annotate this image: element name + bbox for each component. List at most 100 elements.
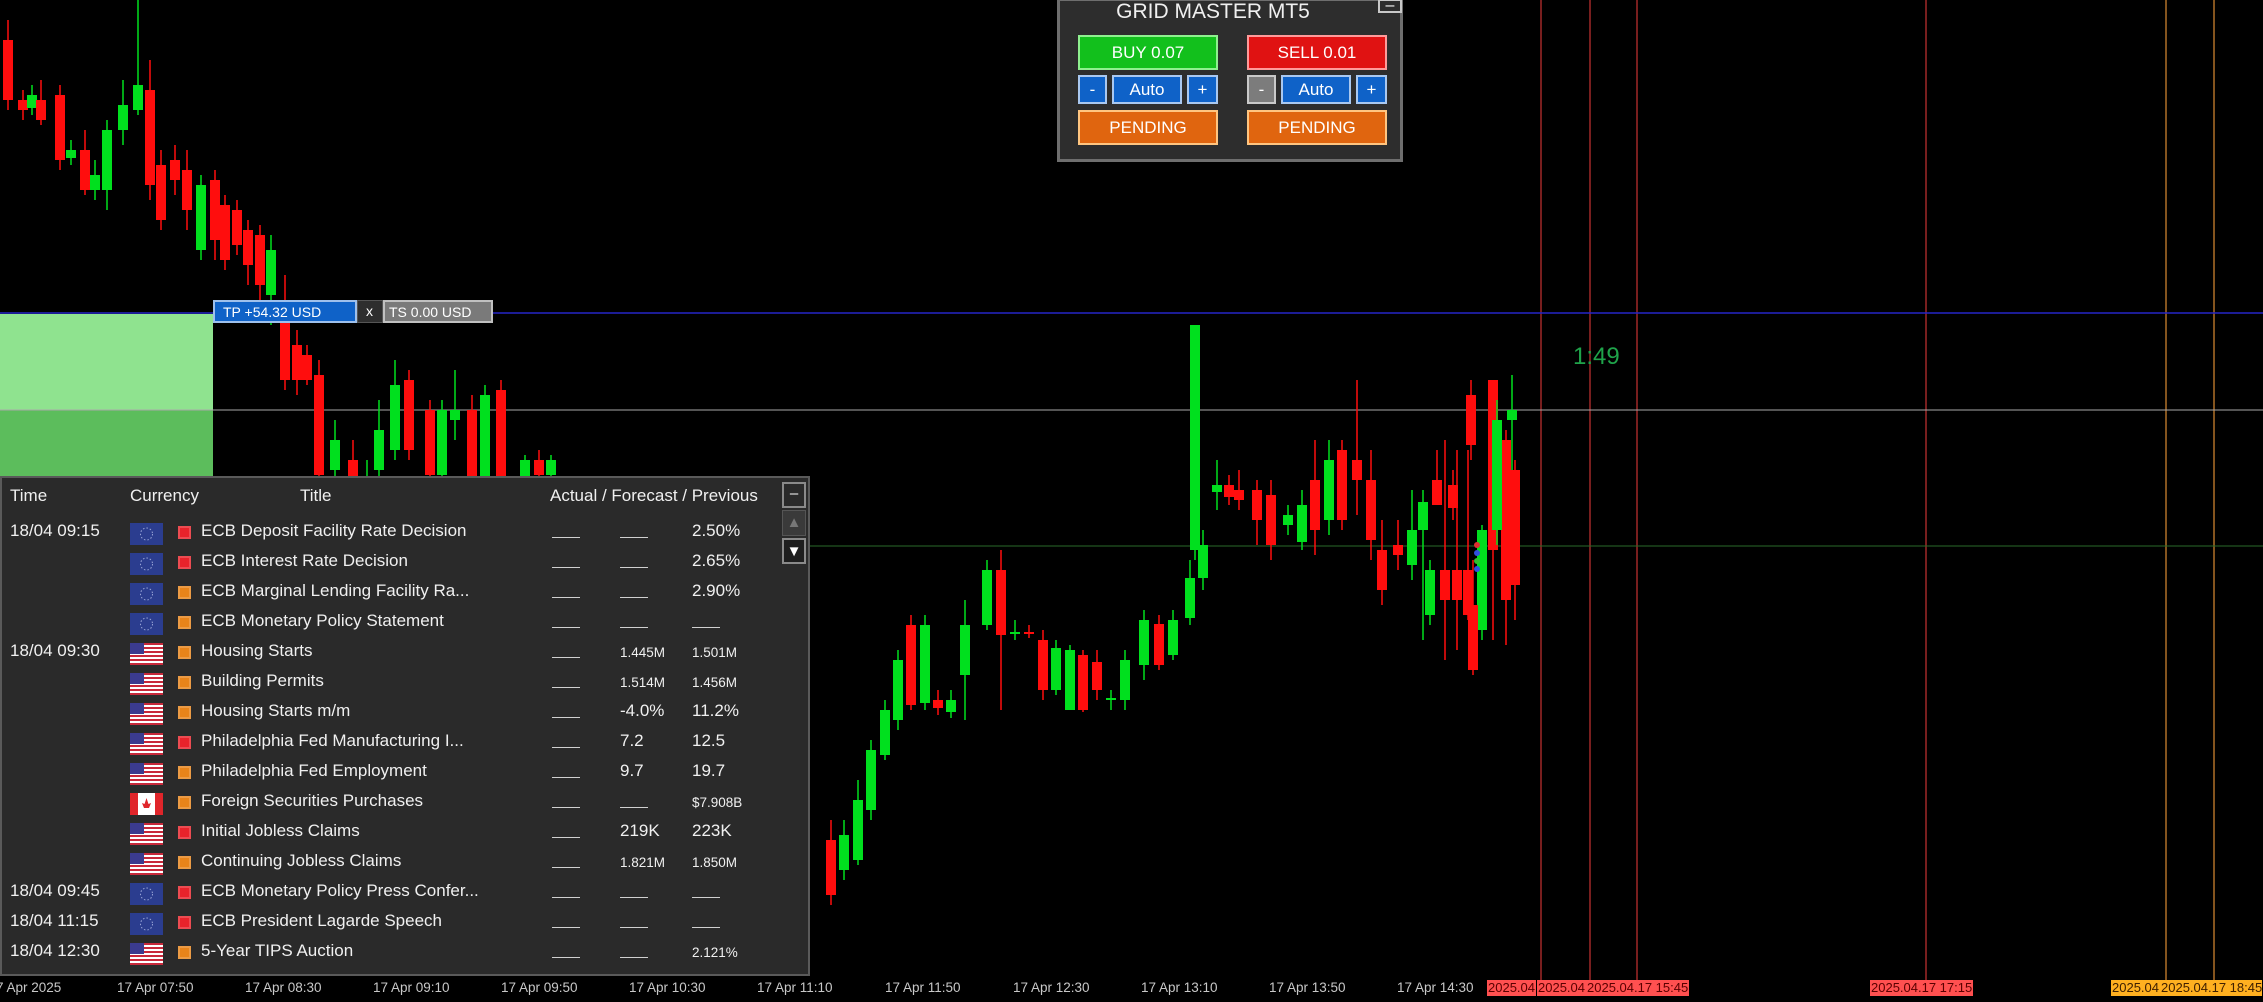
candle-body [1051,648,1061,690]
importance-icon [178,796,191,809]
candle-body [1393,545,1403,555]
forecast-value: -4.0% [620,701,665,720]
buy-pending-button[interactable]: PENDING [1078,110,1218,145]
candle-body [266,250,276,295]
event-title: Foreign Securities Purchases [201,791,424,810]
time-axis-label: 17 Apr 12:30 [1013,980,1090,995]
candle-body [866,750,876,810]
sell-button[interactable]: SELL 0.01 [1247,35,1387,70]
buy-lot-increase-button[interactable]: + [1187,75,1218,104]
news-row[interactable]: Foreign Securities Purchases $7.908B [2,788,782,818]
previous-value: 2.50% [692,521,741,540]
us-flag-icon [130,643,163,665]
forecast-value [620,911,648,933]
eu-flag-icon [130,883,163,905]
scroll-down-button[interactable]: ▼ [782,538,806,564]
event-title: Housing Starts [201,641,313,660]
news-row[interactable]: Philadelphia Fed Manufacturing I... 7.2 12… [2,728,782,758]
news-row[interactable]: ECB Monetary Policy Statement [2,608,782,638]
candle-body [18,100,28,110]
previous-value: $7.908B [692,795,743,810]
news-minimize-button[interactable]: – [782,482,806,508]
news-row[interactable]: Philadelphia Fed Employment 9.7 19.7 [2,758,782,788]
previous-value: 19.7 [692,761,726,780]
forecast-value [620,611,648,633]
time-axis-label: 17 Apr 10:30 [629,980,706,995]
candle-body [920,625,930,703]
candle-body [210,180,220,240]
event-time-label: 2025.04 [1487,980,1536,996]
event-time-label: 2025.04.17 17:15 [1870,980,1974,996]
previous-value: 2.65% [692,551,741,570]
sell-lot-decrease-button[interactable]: - [1247,75,1276,104]
news-row[interactable]: Initial Jobless Claims 219K 223K [2,818,782,848]
news-row[interactable]: ECB Interest Rate Decision 2.65% [2,548,782,578]
news-row[interactable]: 18/04 12:30 5-Year TIPS Auction 2.121% [2,938,782,968]
news-row[interactable]: Building Permits 1.514M 1.456M [2,668,782,698]
news-row[interactable]: 18/04 09:30 Housing Starts 1.445M 1.501M [2,638,782,668]
candle-body [182,170,192,210]
candle-body [1065,650,1075,710]
tp-tag[interactable]: TP +54.32 USD [213,300,357,323]
event-time: 18/04 11:15 [10,911,99,930]
candle-body [946,700,956,712]
candle-body [1168,620,1178,655]
candle-body [450,410,460,420]
time-axis-label: 17 Apr 14:30 [1397,980,1474,995]
candle-body [330,440,340,470]
candle-body [1120,660,1130,700]
economic-calendar-panel: Time Currency Title Actual / Forecast / … [0,476,810,976]
news-row[interactable]: ECB Marginal Lending Facility Ra... 2.90% [2,578,782,608]
buy-button[interactable]: BUY 0.07 [1078,35,1218,70]
news-row[interactable]: 18/04 09:15 ECB Deposit Facility Rate Dec… [2,518,782,548]
buy-lot-input[interactable]: Auto [1112,75,1182,104]
time-axis-label: 17 Apr 11:50 [885,980,961,995]
candle-body [982,570,992,625]
forecast-value: 9.7 [620,761,644,780]
sell-lot-input[interactable]: Auto [1281,75,1351,104]
actual-value [552,881,580,903]
candle-body [1432,480,1442,505]
sell-pending-button[interactable]: PENDING [1247,110,1387,145]
header-currency: Currency [130,486,199,505]
candle-body [1510,470,1520,585]
candle-body [1252,490,1262,520]
eu-flag-icon [130,613,163,635]
candle-body [996,570,1006,635]
event-title: ECB Interest Rate Decision [201,551,408,570]
event-title: Philadelphia Fed Employment [201,761,427,780]
forecast-value: 1.514M [620,675,666,690]
candle-body [1452,570,1462,600]
scroll-up-button[interactable]: ▲ [782,510,806,536]
close-trade-button[interactable]: x [357,300,383,323]
importance-icon [178,676,191,689]
ts-tag[interactable]: TS 0.00 USD [383,300,493,323]
candle-body [1468,605,1478,670]
event-title: ECB Monetary Policy Statement [201,611,444,630]
minimize-button[interactable]: – [1378,0,1402,14]
news-row[interactable]: 18/04 09:45 ECB Monetary Policy Press Con… [2,878,782,908]
candle-body [546,460,556,475]
us-flag-icon [130,733,163,755]
event-title: ECB President Lagarde Speech [201,911,442,930]
event-lines [1540,0,2215,980]
event-title: ECB Marginal Lending Facility Ra... [201,581,470,600]
buy-lot-decrease-button[interactable]: - [1078,75,1107,104]
candle-body [404,380,414,450]
forecast-value: 219K [620,821,660,840]
sell-lot-increase-button[interactable]: + [1356,75,1387,104]
candle-body [243,230,253,265]
candle-body [80,150,90,190]
time-axis-label: 17 Apr 13:50 [1269,980,1346,995]
previous-value: 1.501M [692,645,738,660]
news-row[interactable]: Housing Starts m/m -4.0% 11.2% [2,698,782,728]
news-row[interactable]: 18/04 11:15 ECB President Lagarde Speech [2,908,782,938]
time-axis-label: 7 Apr 2025 [0,980,62,995]
news-row[interactable]: Continuing Jobless Claims 1.821M 1.850M [2,848,782,878]
previous-value: 11.2% [692,701,739,720]
forecast-value [620,791,648,813]
candle-body [255,235,265,285]
candle-body [196,185,206,250]
candle-body [1190,325,1200,550]
time-axis-label: 17 Apr 08:30 [245,980,322,995]
